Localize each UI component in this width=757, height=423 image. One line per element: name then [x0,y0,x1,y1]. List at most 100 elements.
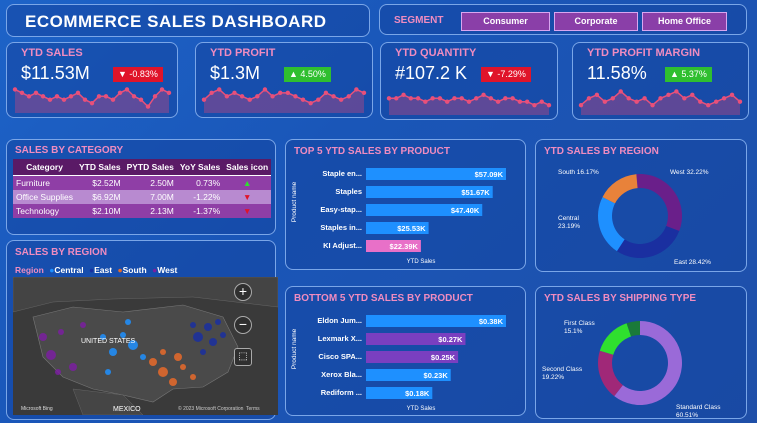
sparkline-point [270,94,275,99]
cell-yoy: -1.22% [176,190,224,204]
sparkline-point [68,94,74,99]
donut-slice [598,197,625,252]
zoom-out-button[interactable]: − [234,316,252,334]
legend-label[interactable]: South [123,265,147,275]
cell-category: Technology [13,204,77,218]
sparkline-point [354,87,359,92]
cell-pytd: 2.50M [123,175,177,190]
zoom-in-button[interactable]: + [234,283,252,301]
sparkline-point [117,90,123,96]
map-bubble [180,364,186,370]
segment-consumer-button[interactable]: Consumer [461,12,550,31]
sparkline-point [642,96,647,101]
sparkline-point [54,94,60,99]
sparkline-point [300,97,306,102]
column-header[interactable]: YoY Sales [176,159,224,176]
dashboard-title-panel: ECOMMERCE SALES DASHBOARD [6,4,370,37]
cell-yoy: -1.37% [176,204,224,218]
map-country-label: UNITED STATES [81,338,136,345]
bottom5-products-panel: BOTTOM 5 YTD SALES BY PRODUCT Product na… [285,286,526,416]
sparkline-point [232,90,237,96]
column-header[interactable]: PYTD Sales [123,159,177,176]
sparkline-point [308,100,313,106]
bar-category-label: KI Adjust... [323,241,362,250]
map-legend: Region ●Central ●East ●South ●West [15,265,177,275]
column-header[interactable]: Category [13,159,77,176]
sparkline-point [634,99,639,104]
sparkline-point [386,96,392,101]
legend-label[interactable]: East [94,265,112,275]
map-terms-link[interactable]: Terms [246,406,260,412]
sparkline-point [586,96,592,101]
sparkline-point [209,90,214,96]
region-donut-chart: West 32.22% East 28.42% Central 23.19% South… [558,169,711,266]
legend-label[interactable]: Central [54,265,83,275]
bar-value-label: $0.27K [438,335,463,344]
bar-value-label: $0.38K [479,317,504,326]
bar-value-label: $51.67K [461,188,490,197]
region-map[interactable]: UNITED STATES MEXICO Microsoft Bing © 20… [13,277,278,415]
sparkline-point [239,94,245,99]
sparkline-point [285,90,291,96]
sparkline-point [578,102,584,108]
donut-slice-label: Standard Class 60.51% [676,404,721,417]
sparkline-point [517,99,523,104]
sparkline-point [539,99,544,104]
sparkline-point [110,97,116,102]
section-title: BOTTOM 5 YTD SALES BY PRODUCT [294,293,473,304]
donut-slice [616,226,680,258]
table-row: Furniture $2.52M 2.50M 0.73% ▲ [13,175,272,190]
sparkline-point [626,96,631,101]
sparkline-point [346,94,351,99]
select-area-icon[interactable]: ⬚ [234,348,252,366]
sparkline-point [316,97,321,102]
kpi-ytd-sales: YTD SALES $11.53M ▼ -0.83% [6,42,178,118]
kpi-change-badge: ▲ 5.37% [665,67,712,82]
map-copyright: © 2023 Microsoft Corporation [178,405,244,412]
sparkline-point [262,87,268,92]
sparkline-point [532,102,537,108]
kpi-change-badge: ▼ -0.83% [113,67,163,82]
map-bubble [149,358,157,366]
donut-slice-label: South 16.17% [558,169,599,176]
sparkline-point [488,96,494,101]
down-arrow-icon: ▼ [223,190,272,204]
donut-slice [636,174,682,232]
sparkline-point [666,92,671,98]
sparkline-point [729,92,735,98]
donut-slice-label: First Class 15.1% [564,320,595,335]
region-donut-panel: YTD SALES BY REGION West 32.22% East 28.4… [535,139,747,272]
y-axis-label: Product name [291,181,298,222]
sparkline-point [706,102,711,108]
map-bubble [55,369,61,375]
bar-category-label: Lexmark X... [318,334,362,343]
kpi-value: #107.2 K [395,63,468,83]
sparkline-point [444,99,450,104]
sparkline-point [224,94,230,99]
column-header[interactable]: Sales icon [223,159,272,176]
bottom5-bar-chart: Product name Eldon Jum... $0.38K Lexmark X.… [291,315,506,412]
legend-label[interactable]: West [157,265,177,275]
kpi-sparkline [578,89,743,115]
donut-slice-label: West 32.22% [670,169,709,176]
sparkline-point [61,97,67,102]
segment-slicer: SEGMENT Consumer Corporate Home Office [379,4,747,35]
column-header[interactable]: YTD Sales [76,159,124,176]
cell-ytd: $2.10M [76,204,124,218]
segment-corporate-button[interactable]: Corporate [554,12,638,31]
sparkline-point [466,99,472,104]
sparkline-point [430,96,435,101]
section-title: TOP 5 YTD SALES BY PRODUCT [294,146,450,157]
sparkline-point [481,92,486,98]
bar-category-label: Staples [335,187,362,196]
sparkline-point [201,97,207,102]
sparkline-point [159,87,165,92]
x-axis-label: YTD Sales [407,259,436,265]
bar-category-label: Easy-stap... [320,205,362,214]
y-axis-label: Product name [291,328,298,369]
segment-home-office-button[interactable]: Home Office [642,12,727,31]
bar-value-label: $47.40K [451,206,480,215]
sparkline-point [408,96,414,101]
sparkline-point [166,90,172,96]
kpi-label: YTD QUANTITY [395,47,477,59]
